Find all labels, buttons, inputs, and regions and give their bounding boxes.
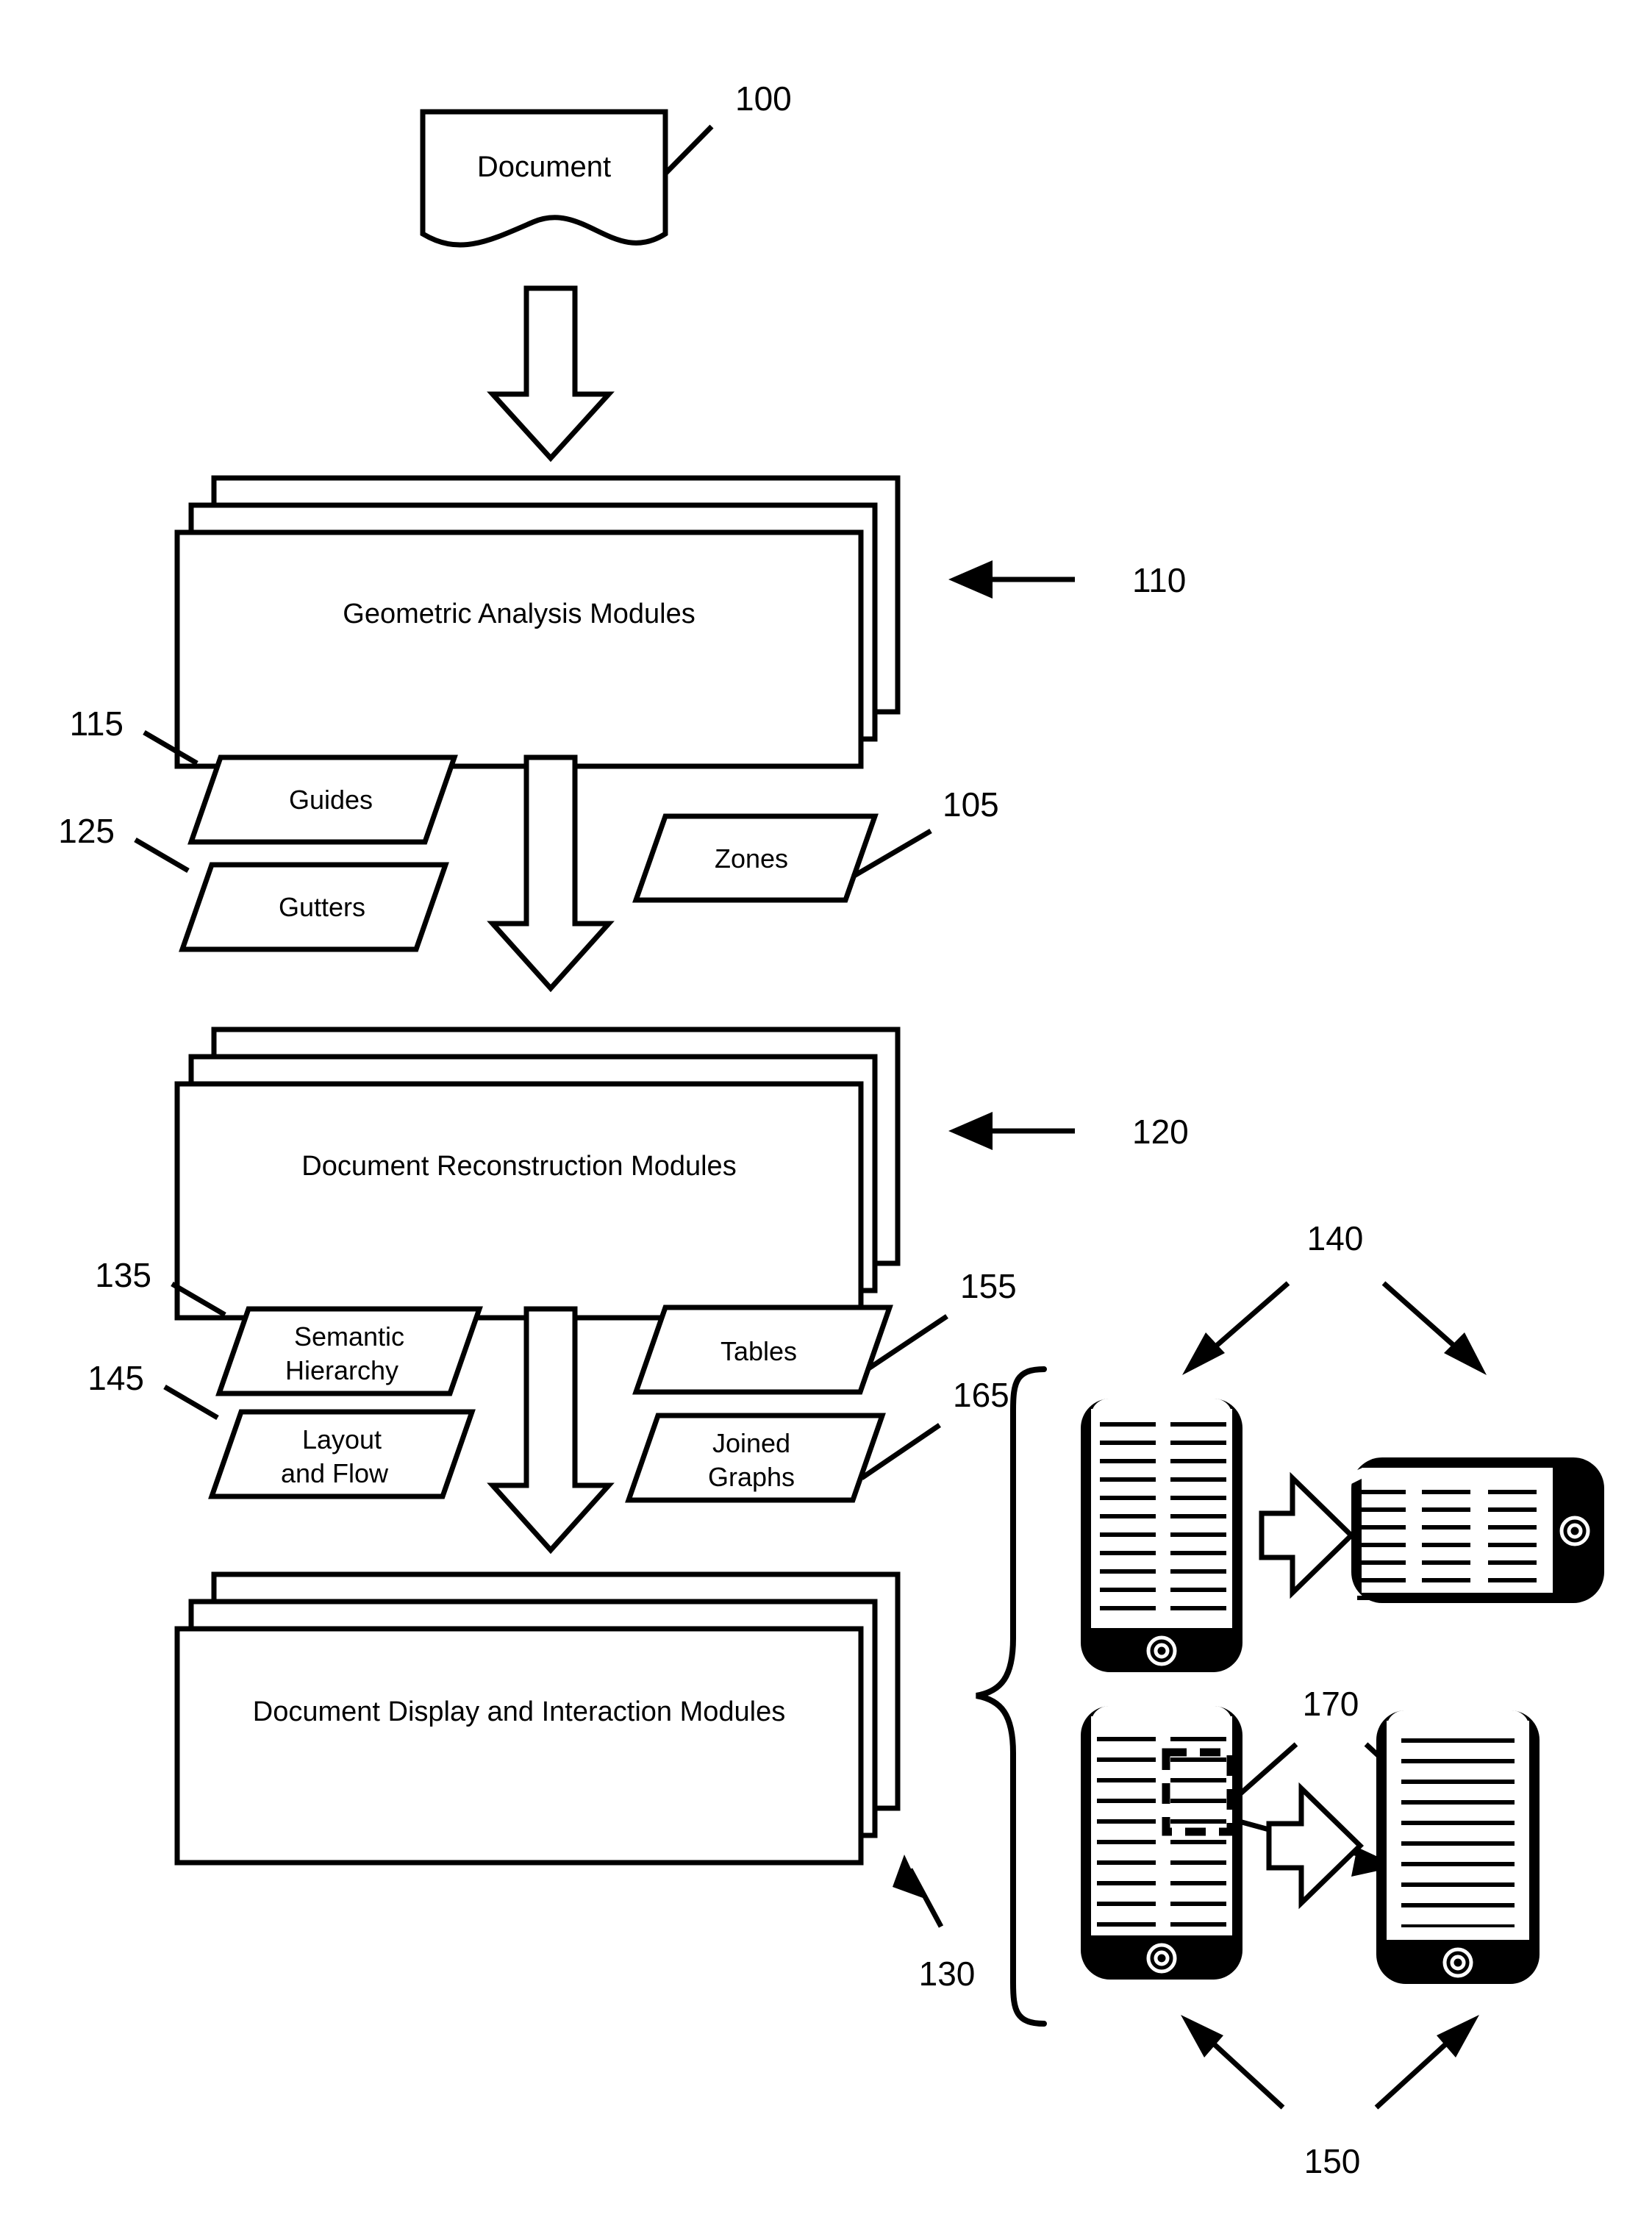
guides-label: Guides — [289, 785, 373, 815]
patent-figure: Document 100 Geometric Analysis Modules … — [0, 0, 1652, 2220]
phone-screen-top — [1091, 1399, 1232, 1438]
semantic-hierarchy-label-line2: Hierarchy — [285, 1355, 398, 1385]
zones-label: Zones — [715, 843, 788, 874]
node-document: Document 100 — [420, 79, 792, 248]
layout-and-flow-label-line1: Layout — [302, 1424, 382, 1455]
arrow-document-to-geometric — [487, 285, 615, 463]
device-phone-portrait-row1 — [1081, 1399, 1242, 1672]
gutters-label: Gutters — [279, 892, 365, 922]
ref-arrow-120 — [948, 1112, 1075, 1150]
node-geometric-analysis: Geometric Analysis Modules 110 — [174, 475, 1186, 769]
ref-100: 100 — [735, 79, 792, 118]
tables-label: Tables — [720, 1336, 797, 1366]
ref-165: 165 — [953, 1376, 1009, 1414]
text-lines-column-1 — [1357, 1490, 1406, 1600]
curly-brace-icon — [976, 1366, 1047, 2027]
ref-140: 140 — [1307, 1219, 1364, 1257]
gutters-leader-line — [134, 837, 190, 874]
ref-155: 155 — [960, 1267, 1017, 1305]
stack-layer-1 — [174, 529, 864, 769]
device-row-2 — [1081, 1706, 1540, 1984]
ref-130: 130 — [919, 1955, 976, 1993]
device-row-1 — [1081, 1399, 1604, 1672]
ref-120: 120 — [1132, 1113, 1189, 1151]
geometric-analysis-label: Geometric Analysis Modules — [343, 599, 695, 629]
ref-125: 125 — [58, 812, 115, 850]
text-lines-column-2 — [1422, 1490, 1470, 1600]
phone-screen — [1362, 1468, 1553, 1593]
block-arrow-down-icon — [487, 1306, 615, 1555]
block-arrow-right-icon — [1266, 1782, 1365, 1910]
arrow-geometric-to-reconstruction — [487, 754, 615, 993]
callout-150: 150 — [1181, 2015, 1479, 2180]
ref-110: 110 — [1132, 561, 1186, 599]
figure-canvas: Document 100 Geometric Analysis Modules … — [58, 79, 1604, 2180]
stack-layer-1 — [174, 1626, 864, 1866]
block-arrow-down-icon — [487, 285, 615, 463]
ref-135: 135 — [95, 1256, 151, 1294]
device-group-brace — [976, 1366, 1047, 2027]
block-arrow-right-icon — [1259, 1471, 1356, 1599]
ref-arrow-110 — [948, 560, 1075, 599]
ref-170: 170 — [1303, 1685, 1359, 1723]
arrowhead-up-right-icon — [1437, 2015, 1479, 2057]
device-phone-landscape-row1 — [1348, 1457, 1604, 1603]
node-document-display: Document Display and Interaction Modules… — [174, 1571, 976, 1993]
arrowhead-left-icon — [948, 560, 993, 599]
layout-and-flow-leader-line — [163, 1384, 219, 1421]
callout-140: 140 — [1182, 1219, 1487, 1375]
device-phone-portrait-row2-left — [1081, 1706, 1242, 1980]
ref-150: 150 — [1304, 2142, 1361, 2180]
arrowhead-up-left-icon — [1181, 2015, 1223, 2057]
ref-105: 105 — [943, 785, 999, 824]
block-arrow-down-icon — [487, 754, 615, 993]
ref-arrow-130 — [893, 1855, 944, 1928]
semantic-hierarchy-label-line1: Semantic — [294, 1321, 404, 1352]
arrowhead-up-icon — [893, 1855, 925, 1899]
arrow-reconstruction-to-display — [487, 1306, 615, 1555]
document-reconstruction-label: Document Reconstruction Modules — [301, 1151, 736, 1182]
device-phone-portrait-row2-right — [1376, 1710, 1540, 1984]
data-object-zones: Zones 105 — [632, 785, 999, 903]
stack-layer-1 — [174, 1081, 864, 1321]
layout-and-flow-label-line2: and Flow — [281, 1458, 389, 1488]
ref-115: 115 — [70, 704, 124, 743]
document-label: Document — [477, 151, 611, 183]
arrowhead-down-right-icon — [1444, 1332, 1487, 1375]
document-leader-line — [663, 124, 714, 176]
arrowhead-down-left-icon — [1182, 1332, 1225, 1375]
joined-graphs-label-line1: Joined — [712, 1428, 790, 1458]
document-display-label: Document Display and Interaction Modules — [253, 1696, 786, 1727]
node-document-reconstruction: Document Reconstruction Modules 120 — [174, 1027, 1189, 1321]
arrowhead-left-icon — [948, 1112, 993, 1150]
text-lines-column-3 — [1488, 1490, 1537, 1600]
ref-145: 145 — [87, 1359, 144, 1397]
phone-screen-top — [1387, 1710, 1529, 1750]
joined-graphs-label-line2: Graphs — [708, 1462, 795, 1492]
